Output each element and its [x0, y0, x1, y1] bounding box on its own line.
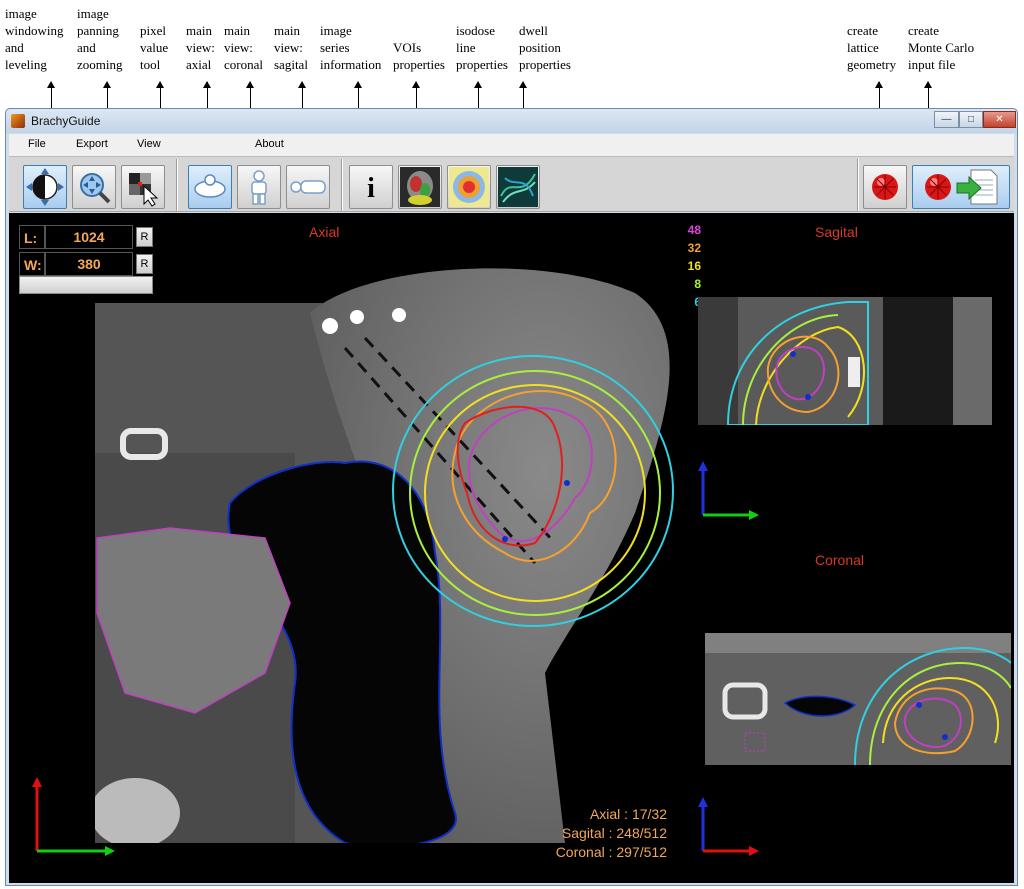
coronal-ct-image[interactable]: [705, 633, 1011, 765]
close-button[interactable]: ✕: [983, 111, 1016, 128]
sagital-orientation-axes: [698, 461, 759, 520]
coronal-view-title: Coronal: [815, 552, 865, 568]
axial-view-button[interactable]: [188, 165, 232, 209]
window-level-icon: [26, 168, 64, 206]
isodose-legend-value: 48: [687, 223, 701, 237]
isodose-properties-button[interactable]: [447, 165, 491, 209]
app-window: BrachyGuide — □ ✕ File Export View About: [5, 108, 1018, 886]
window-level-button[interactable]: [23, 165, 67, 209]
pixel-value-button[interactable]: [121, 165, 165, 209]
maximize-button[interactable]: □: [959, 111, 983, 128]
coronal-orientation-axes: [698, 797, 759, 856]
annotation-sagital: main view: sagital: [274, 23, 308, 72]
sagital-ct-image[interactable]: [698, 297, 992, 425]
toolbar-separator: [341, 159, 343, 211]
image-viewer[interactable]: L: 1024 R W: 380 R Axial Sagital Coronal…: [9, 213, 1014, 883]
lattice-geometry-button[interactable]: [863, 165, 907, 209]
annotation-windowing: image windowing and leveling: [5, 6, 64, 72]
level-row: L: 1024 R: [19, 225, 153, 249]
menu-file[interactable]: File: [28, 138, 46, 150]
menu-view[interactable]: View: [137, 138, 161, 150]
coronal-slice-label: Coronal : 297/512: [555, 844, 667, 860]
toolbar-separator: [857, 159, 859, 211]
axial-ct-image[interactable]: [95, 253, 677, 843]
axial-view-icon: [194, 174, 226, 198]
isodose-icon: [449, 167, 489, 207]
annotation-coronal: main view: coronal: [224, 23, 263, 72]
voi-icon: [400, 167, 440, 207]
slice-info: Axial : 17/32 Sagital : 248/512 Coronal …: [519, 805, 667, 862]
coronal-view-button[interactable]: [237, 165, 281, 209]
monte-carlo-export-icon: [925, 169, 998, 205]
dwell-position-icon: [498, 167, 538, 207]
pan-zoom-button[interactable]: [72, 165, 116, 209]
annotation-series: image series information: [320, 23, 382, 72]
annotation-axial: main view: axial: [186, 23, 215, 72]
dwell-position-button[interactable]: [496, 165, 540, 209]
lattice-icon: [872, 174, 898, 200]
annotation-pixel: pixel value tool: [140, 23, 169, 72]
voi-properties-button[interactable]: [398, 165, 442, 209]
annotation-panning: image panning and zooming: [77, 6, 123, 72]
menu-about[interactable]: About: [255, 138, 284, 150]
annotation-lattice: create lattice geometry: [847, 23, 897, 72]
annotation-isodose: isodose line properties: [456, 23, 508, 72]
level-reset-button[interactable]: R: [136, 227, 153, 247]
level-label: L:: [19, 225, 45, 249]
minimize-button[interactable]: —: [934, 111, 959, 128]
axial-orientation-axes: [32, 777, 115, 856]
toolbar-separator: [176, 159, 178, 211]
app-logo-icon: [11, 114, 25, 128]
sagital-view-button[interactable]: [286, 165, 330, 209]
annotation-dwell: dwell position properties: [519, 23, 571, 72]
info-icon: i: [367, 173, 375, 204]
sagital-slice-label: Sagital : 248/512: [561, 825, 667, 841]
sagital-view-icon: [290, 180, 326, 194]
menu-bar: File Export View About: [9, 134, 1014, 156]
axial-slice-label: Axial : 17/32: [589, 806, 667, 822]
coronal-view-icon: [251, 170, 267, 205]
window-title: BrachyGuide: [31, 114, 101, 128]
pixel-value-icon: [129, 173, 159, 207]
series-info-button[interactable]: i: [349, 165, 393, 209]
width-label: W:: [19, 252, 45, 276]
svg-text:i: i: [367, 173, 375, 204]
monte-carlo-export-button[interactable]: [912, 165, 1010, 209]
level-field[interactable]: 1024: [45, 225, 133, 249]
toolbar: i: [9, 156, 1014, 212]
pan-zoom-icon: [80, 173, 111, 204]
annotation-vois: VOIs properties: [393, 40, 445, 72]
sagital-view-title: Sagital: [815, 224, 858, 240]
axial-view-title: Axial: [309, 224, 340, 240]
menu-export[interactable]: Export: [76, 138, 108, 150]
title-bar[interactable]: BrachyGuide — □ ✕: [6, 109, 1017, 133]
annotation-montecarlo: create Monte Carlo input file: [908, 23, 975, 72]
